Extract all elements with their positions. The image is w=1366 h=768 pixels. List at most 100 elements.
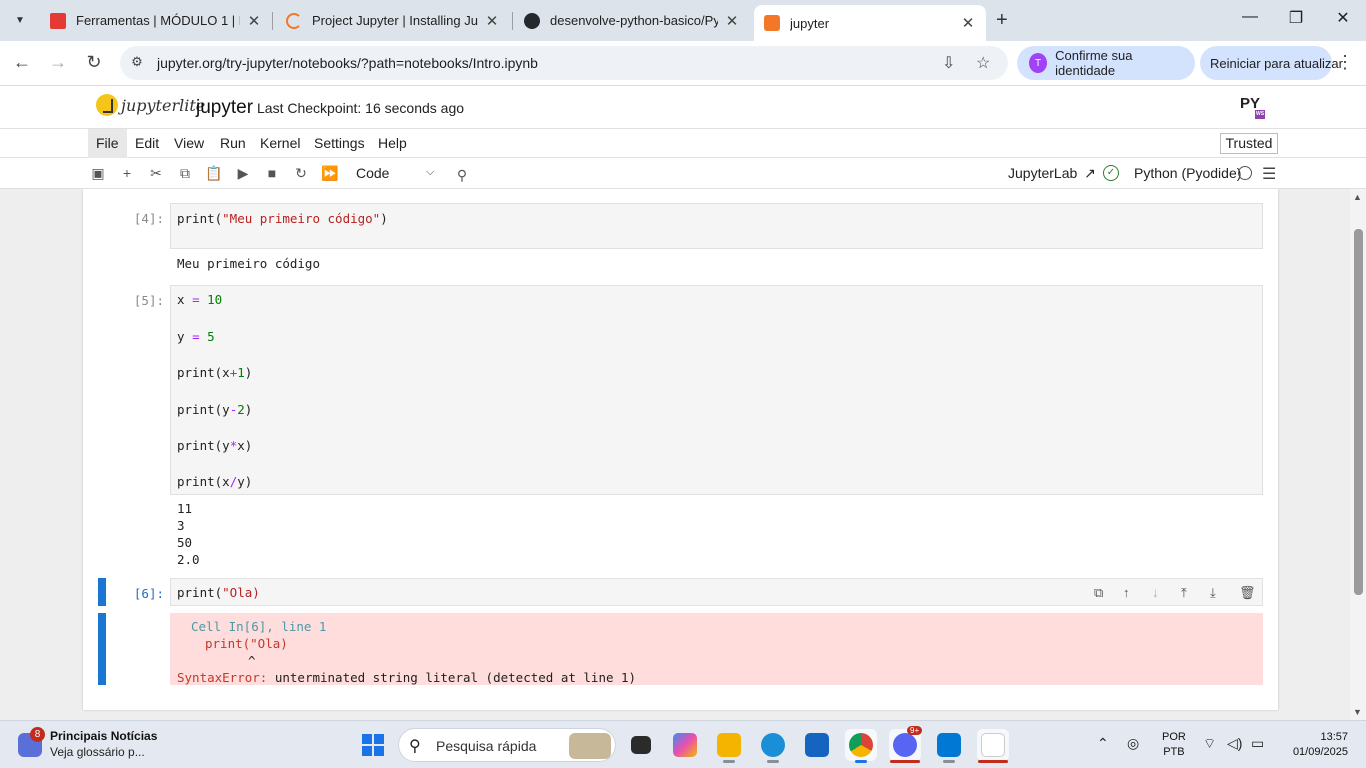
cut-icon[interactable]: ✂: [147, 164, 165, 182]
tab-ferramentas[interactable]: Ferramentas | MÓDULO 1 | Proc ✕: [40, 5, 272, 36]
code-line: print("Ola): [177, 585, 260, 600]
menu-view[interactable]: View: [166, 129, 212, 158]
volume-icon[interactable]: ◁): [1227, 735, 1242, 752]
menu-help[interactable]: Help: [370, 129, 415, 158]
insert-above-icon[interactable]: ⤒: [1181, 585, 1187, 601]
address-bar[interactable]: ⚙ jupyter.org/try-jupyter/notebooks/?pat…: [120, 46, 1008, 80]
paste-icon[interactable]: 📋: [205, 164, 223, 182]
news-title[interactable]: Principais Notícias: [50, 729, 157, 743]
new-tab-button[interactable]: +: [996, 9, 1008, 32]
code-cell-editor[interactable]: print("Meu primeiro código"): [170, 203, 1263, 249]
string-token: "Meu primeiro código": [222, 211, 381, 226]
tab-github[interactable]: desenvolve-python-basico/Pyth ✕: [514, 5, 750, 36]
restart-run-all-icon[interactable]: ⏩: [321, 164, 339, 182]
code-cell-editor[interactable]: x = 10 y = 5 print(x+1) print(y-2) print…: [170, 285, 1263, 495]
news-subtitle[interactable]: Veja glossário p...: [50, 745, 145, 759]
task-view-icon[interactable]: [625, 729, 657, 761]
minimize-button[interactable]: —: [1240, 8, 1260, 26]
error-output: Cell In[6], line 1 print("Ola) ^ SyntaxE…: [170, 613, 1263, 685]
delete-cell-icon[interactable]: 🗑: [1239, 585, 1256, 601]
menu-file[interactable]: File: [88, 129, 127, 158]
duplicate-cell-icon[interactable]: ⧉: [1094, 585, 1103, 601]
taskbar: 8 Principais Notícias Veja glossário p..…: [0, 720, 1366, 768]
install-app-icon[interactable]: ⇩: [942, 53, 955, 73]
network-status-icon[interactable]: ◎: [1127, 735, 1139, 752]
save-icon[interactable]: ▣: [89, 164, 107, 182]
copy-icon[interactable]: ⧉: [176, 164, 194, 182]
close-window-button[interactable]: ✕: [1333, 8, 1353, 28]
store-icon[interactable]: [801, 729, 833, 761]
jupyterlite-logo[interactable]: jupyterlite: [96, 94, 205, 116]
bookmark-star-icon[interactable]: ☆: [976, 53, 990, 73]
browser-menu-icon[interactable]: ⋮: [1336, 52, 1354, 73]
tab-divider: [512, 12, 513, 30]
checkpoint-status: Last Checkpoint: 16 seconds ago: [257, 100, 465, 116]
run-icon[interactable]: ▶: [234, 164, 252, 182]
browser-tab-strip: ▼ Ferramentas | MÓDULO 1 | Proc ✕ Projec…: [0, 0, 1366, 41]
forward-arrow-icon[interactable]: →: [47, 52, 69, 73]
menu-run[interactable]: Run: [212, 129, 254, 158]
scrollbar-thumb[interactable]: [1354, 229, 1363, 595]
location-pin-icon[interactable]: ⚲: [453, 166, 471, 184]
notebook-title[interactable]: jupyter: [196, 97, 253, 119]
tab-jupyter-active[interactable]: jupyter ✕: [754, 5, 986, 41]
toolbar-menu-icon[interactable]: ☰: [1262, 164, 1276, 184]
language-code: POR: [1162, 731, 1186, 743]
menu-settings[interactable]: Settings: [306, 129, 373, 158]
cell-type-select[interactable]: Code: [356, 165, 389, 181]
menu-kernel[interactable]: Kernel: [252, 129, 308, 158]
discord-icon[interactable]: 9+: [889, 726, 923, 763]
vscode-icon[interactable]: [933, 729, 965, 763]
trusted-indicator[interactable]: Trusted: [1220, 133, 1278, 154]
keyboard-language[interactable]: POR PTB: [1162, 730, 1186, 760]
url-text[interactable]: jupyter.org/try-jupyter/notebooks/?path=…: [157, 55, 538, 71]
jupyterlab-link-label: JupyterLab: [1008, 165, 1078, 181]
move-up-icon[interactable]: ↑: [1123, 585, 1130, 600]
cell-output: Meu primeiro código: [177, 256, 320, 271]
kernel-name[interactable]: Python (Pyodide): [1134, 165, 1241, 181]
scroll-up-icon[interactable]: ▲: [1353, 192, 1362, 202]
move-down-icon[interactable]: ↓: [1152, 585, 1159, 600]
restart-icon[interactable]: ↻: [292, 164, 310, 182]
file-explorer-icon[interactable]: [713, 729, 745, 763]
terminal-app-icon[interactable]: [977, 729, 1009, 763]
update-button[interactable]: Reiniciar para atualizar: [1200, 46, 1343, 80]
code-line: print("Meu primeiro código"): [177, 211, 388, 226]
code-line: print(y-2): [177, 402, 253, 417]
scroll-down-icon[interactable]: ▼: [1353, 707, 1362, 717]
back-arrow-icon[interactable]: ←: [11, 52, 33, 73]
clock-time: 13:57: [1320, 731, 1348, 743]
close-tab-icon[interactable]: ✕: [960, 14, 976, 32]
insert-below-icon[interactable]: ⤓: [1210, 585, 1216, 601]
chrome-icon[interactable]: [845, 729, 877, 763]
close-tab-icon[interactable]: ✕: [484, 12, 500, 30]
close-tab-icon[interactable]: ✕: [724, 12, 740, 30]
windows-start-icon[interactable]: [362, 734, 384, 756]
code-line: print(x/y): [177, 474, 253, 489]
active-output-marker[interactable]: [98, 613, 106, 685]
close-tab-icon[interactable]: ✕: [246, 12, 262, 30]
copilot-icon[interactable]: [669, 729, 701, 761]
active-cell-marker[interactable]: [98, 578, 106, 606]
py-logo-badge: WS: [1255, 110, 1265, 119]
jupyterlab-link[interactable]: JupyterLab ↗: [1008, 165, 1096, 182]
tab-search-icon[interactable]: ▼: [8, 8, 32, 32]
battery-icon[interactable]: ▭: [1251, 735, 1264, 752]
stop-icon[interactable]: ■: [263, 164, 281, 182]
discord-badge: 9+: [907, 726, 923, 735]
reload-icon[interactable]: ↻: [83, 52, 105, 73]
taskbar-search[interactable]: ⚲ Pesquisa rápida: [398, 728, 616, 762]
site-info-icon[interactable]: ⚙: [128, 54, 146, 72]
error-code: print("Ola): [205, 636, 288, 651]
add-cell-icon[interactable]: +: [118, 164, 136, 182]
maximize-button[interactable]: ❐: [1286, 8, 1306, 28]
jupyter-header: jupyterlite jupyter Last Checkpoint: 16 …: [0, 87, 1366, 129]
edge-icon[interactable]: [757, 729, 789, 763]
wifi-icon[interactable]: ⌔: [1203, 735, 1216, 753]
chevron-down-icon[interactable]: ⌵: [426, 166, 434, 179]
system-clock[interactable]: 13:57 01/09/2025: [1280, 730, 1348, 760]
menu-edit[interactable]: Edit: [127, 129, 167, 158]
tray-overflow-icon[interactable]: ⌃: [1097, 735, 1109, 752]
tab-project-jupyter[interactable]: Project Jupyter | Installing Jupyt ✕: [276, 5, 510, 36]
identity-button[interactable]: T Confirme sua identidade: [1017, 46, 1195, 80]
